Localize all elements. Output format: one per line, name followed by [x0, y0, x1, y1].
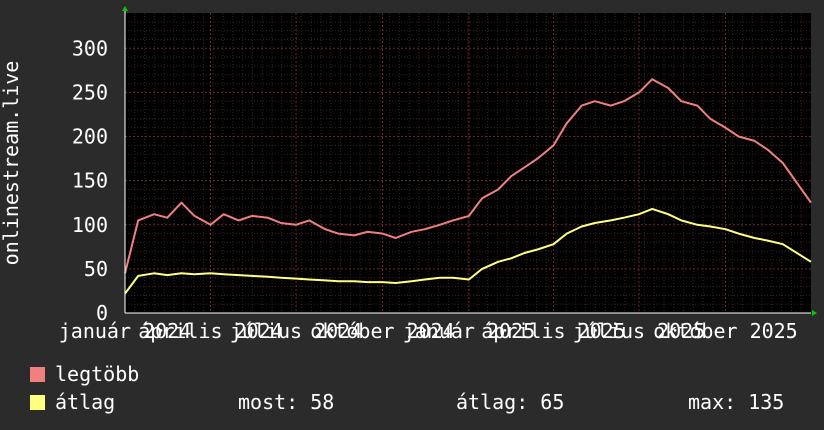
- y-tick-label: 150: [72, 169, 108, 193]
- stat-average: átlag: 65: [456, 390, 565, 414]
- y-tick-label: 100: [72, 213, 108, 237]
- y-tick-label: 50: [84, 257, 108, 281]
- stat-maximum: max: 135: [688, 390, 785, 414]
- y-tick-label: 250: [72, 80, 108, 104]
- legend-max: legtöbb: [30, 362, 139, 386]
- legend-label-max: legtöbb: [55, 362, 140, 386]
- legend-label-avg: átlag: [55, 390, 116, 414]
- x-axis-arrow: [812, 310, 817, 316]
- y-axis-label: onlinestream.live: [0, 61, 23, 266]
- y-tick-label: 300: [72, 36, 108, 60]
- x-tick-label: október 2025: [653, 319, 798, 343]
- y-tick-labels: 050100150200250300: [72, 36, 108, 325]
- stat-current: most: 58: [238, 390, 335, 414]
- legend-swatch-avg: [30, 394, 45, 410]
- x-tick-labels: január 2024április 2024július 2024októbe…: [59, 319, 798, 343]
- legend-swatch-max: [30, 366, 45, 382]
- y-axis-arrow: [122, 6, 128, 11]
- legend-avg: átlag: [30, 390, 115, 414]
- y-tick-label: 200: [72, 125, 108, 149]
